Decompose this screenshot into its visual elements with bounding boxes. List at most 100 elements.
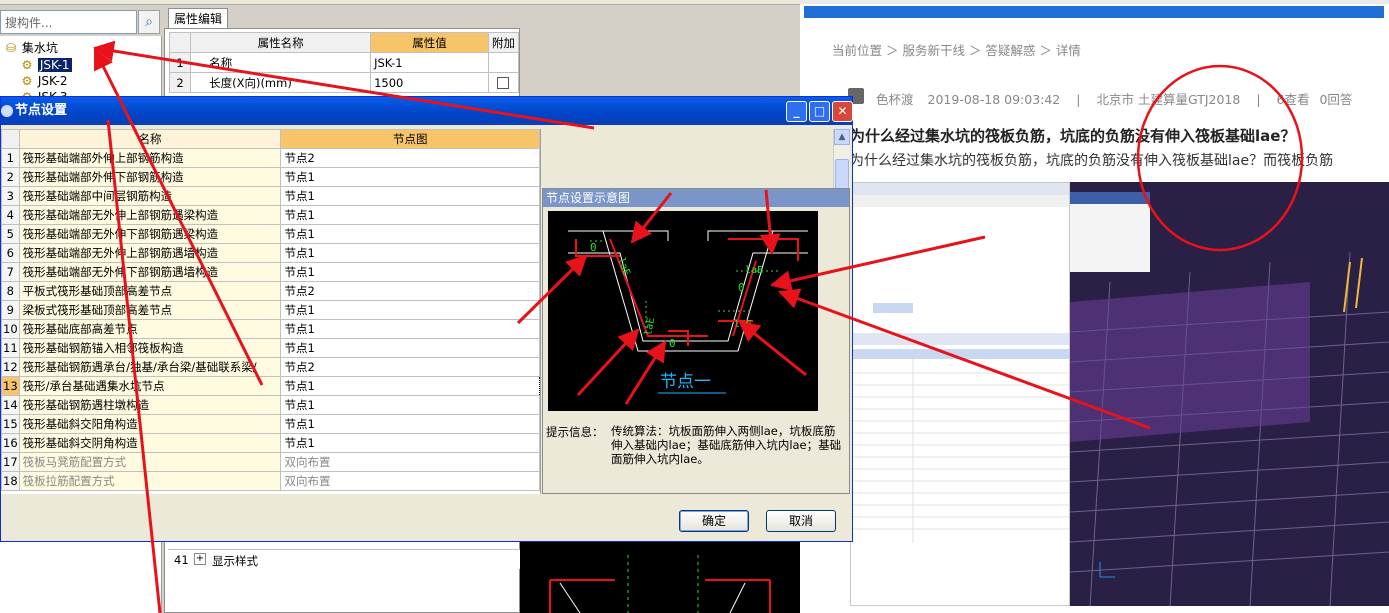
node-name: 筏形基础端部外伸下部钢筋构造 [18, 167, 282, 187]
table-row[interactable]: 6 筏形基础端部无外伸上部钢筋遇墙构造 节点1 [1, 243, 540, 263]
table-row[interactable]: 13 筏形/承台基础遇集水坑节点 节点1 [1, 376, 540, 396]
node-value[interactable]: 节点2 [280, 148, 540, 168]
col-prop-name: 属性名称 [190, 32, 372, 53]
table-row[interactable]: 16 筏形基础斜交阴角构造 节点1 [1, 433, 540, 453]
node-name: 筏形基础钢筋遇承台/独基/承台梁/基础联系梁/ [18, 357, 282, 377]
table-row[interactable]: 3 筏形基础端部中间层钢筋构造 节点1 [1, 186, 540, 206]
tree-item-label: JSK-2 [37, 74, 68, 88]
corner-cell [168, 32, 192, 53]
table-row[interactable]: 18 筏板拉筋配置方式 双向布置 [1, 471, 540, 491]
corner-cell [1, 129, 20, 149]
table-row[interactable]: 9 梁板式筏形基础顶部高差节点 节点1 [1, 300, 540, 320]
site-header-bar [804, 6, 1384, 18]
node-value[interactable]: 节点1 [280, 414, 540, 434]
table-row[interactable]: 1 名称 JSK-1 [168, 52, 520, 73]
tab-property-edit[interactable]: 属性编辑 [168, 8, 228, 29]
node-value[interactable]: 节点1 [280, 167, 540, 187]
node-value[interactable]: 节点1 [280, 338, 540, 358]
maximize-button[interactable]: □ [809, 101, 830, 122]
node-name: 筏形基础端部无外伸下部钢筋遇墙构造 [18, 262, 282, 282]
node-value[interactable]: 节点1 [280, 395, 540, 415]
view-count: 6查看 [1276, 92, 1310, 107]
embedded-screenshot-3d [1070, 182, 1389, 606]
expand-toggle-icon[interactable]: + [194, 553, 206, 565]
table-row[interactable]: 4 筏形基础端部无外伸上部钢筋遇梁构造 节点1 [1, 205, 540, 225]
tree-root-sump[interactable]: ⛁ 集水坑 [4, 40, 58, 56]
minimize-button[interactable]: _ [786, 101, 807, 122]
node-value[interactable]: 节点1 [280, 300, 540, 320]
node-value[interactable]: 双向布置 [280, 471, 540, 491]
dialog-titlebar[interactable]: 节点设置 [1, 97, 852, 125]
node-value[interactable]: 节点2 [280, 281, 540, 301]
post-category[interactable]: 土建算量GTJ2018 [1138, 92, 1240, 107]
component-search-input[interactable]: 搜构件... [0, 10, 137, 34]
node-value[interactable]: 节点1 [280, 262, 540, 282]
node-value[interactable]: 节点1 [280, 243, 540, 263]
row-number: 10 [1, 319, 20, 339]
row-number: 14 [1, 395, 20, 415]
table-row[interactable]: 5 筏形基础端部无外伸下部钢筋遇梁构造 节点1 [1, 224, 540, 244]
question-title: 为什么经过集水坑的筏板负筋，坑底的负筋没有伸入筏板基础lae？ [850, 127, 1296, 145]
close-button[interactable]: ✕ [832, 101, 853, 122]
node-table-container: 名称 节点图 1 筏形基础端部外伸上部钢筋构造 节点2 2 筏形基础端部外伸下部钢筋构造… [1, 129, 541, 494]
extra-checkbox[interactable] [497, 77, 510, 89]
table-row[interactable]: 11 筏形基础钢筋锚入相邻筏板构造 节点1 [1, 338, 540, 358]
tree-item-jsk2[interactable]: ⚙ JSK-2 [20, 73, 68, 89]
node-name: 筏形基础斜交阴角构造 [18, 433, 282, 453]
node-name: 筏形基础钢筋遇柱墩构造 [18, 395, 282, 415]
table-row[interactable]: 10 筏形基础底部高差节点 节点1 [1, 319, 540, 339]
row-number: 2 [1, 167, 20, 187]
diagram-panel-title: 节点设置示意图 [543, 189, 849, 207]
post-location: 北京市 [1096, 92, 1134, 107]
scroll-up-icon[interactable]: ▲ [834, 129, 850, 145]
row-number: 7 [1, 262, 20, 282]
prop-value[interactable]: 1500 [370, 72, 489, 93]
tree-item-label: JSK-1 [37, 58, 72, 72]
lae-label-top-right: laE [745, 265, 763, 276]
table-row[interactable]: 1 筏形基础端部外伸上部钢筋构造 节点2 [1, 148, 540, 168]
col-prop-value: 属性值 [370, 32, 489, 53]
prop-name: 名称 [190, 52, 372, 73]
node-name: 筏板拉筋配置方式 [18, 471, 282, 491]
table-row[interactable]: 41 + 显示样式 [168, 549, 520, 569]
prop-value[interactable]: JSK-1 [370, 52, 489, 73]
table-row[interactable]: 8 平板式筏形基础顶部高差节点 节点2 [1, 281, 540, 301]
node-value[interactable]: 节点1 [280, 376, 540, 396]
lae-label-bottom-right: laE [734, 319, 752, 330]
node-value[interactable]: 节点1 [280, 433, 540, 453]
search-icon[interactable]: ⌕ [138, 10, 160, 34]
hint-text: 传统算法：坑板面筋伸入两侧lae，坑板底筋伸入基础内lae；基础底筋伸入坑内la… [611, 424, 842, 466]
toolbar-strip [0, 0, 800, 5]
embedded-ui-thumbnail [851, 183, 1069, 543]
browser-strip [800, 0, 1389, 4]
table-row[interactable]: 2 筏形基础端部外伸下部钢筋构造 节点1 [1, 167, 540, 187]
row-number: 41 [174, 553, 189, 567]
post-datetime: 2019-08-18 09:03:42 [927, 92, 1061, 107]
table-row[interactable]: 12 筏形基础钢筋遇承台/独基/承台梁/基础联系梁/节点2 [1, 357, 540, 377]
node-value[interactable]: 节点1 [280, 319, 540, 339]
row-number: 4 [1, 205, 20, 225]
node-value[interactable]: 节点1 [280, 205, 540, 225]
node-value[interactable]: 节点1 [280, 186, 540, 206]
node-value[interactable]: 节点2 [280, 357, 540, 377]
tree-item-jsk1[interactable]: ⚙ JSK-1 [20, 57, 72, 73]
answer-count: 0回答 [1319, 92, 1353, 107]
node-name: 梁板式筏形基础顶部高差节点 [18, 300, 282, 320]
node-table-header: 名称 节点图 [1, 129, 540, 149]
node-value[interactable]: 双向布置 [280, 452, 540, 472]
table-row[interactable]: 7 筏形基础端部无外伸下部钢筋遇墙构造 节点1 [1, 262, 540, 282]
gear-icon: ⚙ [21, 74, 33, 88]
ok-button[interactable]: 确定 [679, 510, 749, 532]
author-name[interactable]: 色杯渡 [876, 92, 914, 107]
table-row[interactable]: 14 筏形基础钢筋遇柱墩构造 节点1 [1, 395, 540, 415]
table-row[interactable]: 15 筏形基础斜交阳角构造 节点1 [1, 414, 540, 434]
cancel-button[interactable]: 取消 [766, 510, 836, 532]
node-name: 筏形基础端部无外伸上部钢筋遇墙构造 [18, 243, 282, 263]
lae-label-top-left: laE [615, 256, 632, 277]
table-row[interactable]: 2 长度(X向)(mm) 1500 [168, 72, 520, 93]
table-row[interactable]: 17 筏板马凳筋配置方式 双向布置 [1, 452, 540, 472]
node-name: 筏板马凳筋配置方式 [18, 452, 282, 472]
dialog-title: 节点设置 [15, 103, 68, 118]
row-number: 8 [1, 281, 20, 301]
node-value[interactable]: 节点1 [280, 224, 540, 244]
